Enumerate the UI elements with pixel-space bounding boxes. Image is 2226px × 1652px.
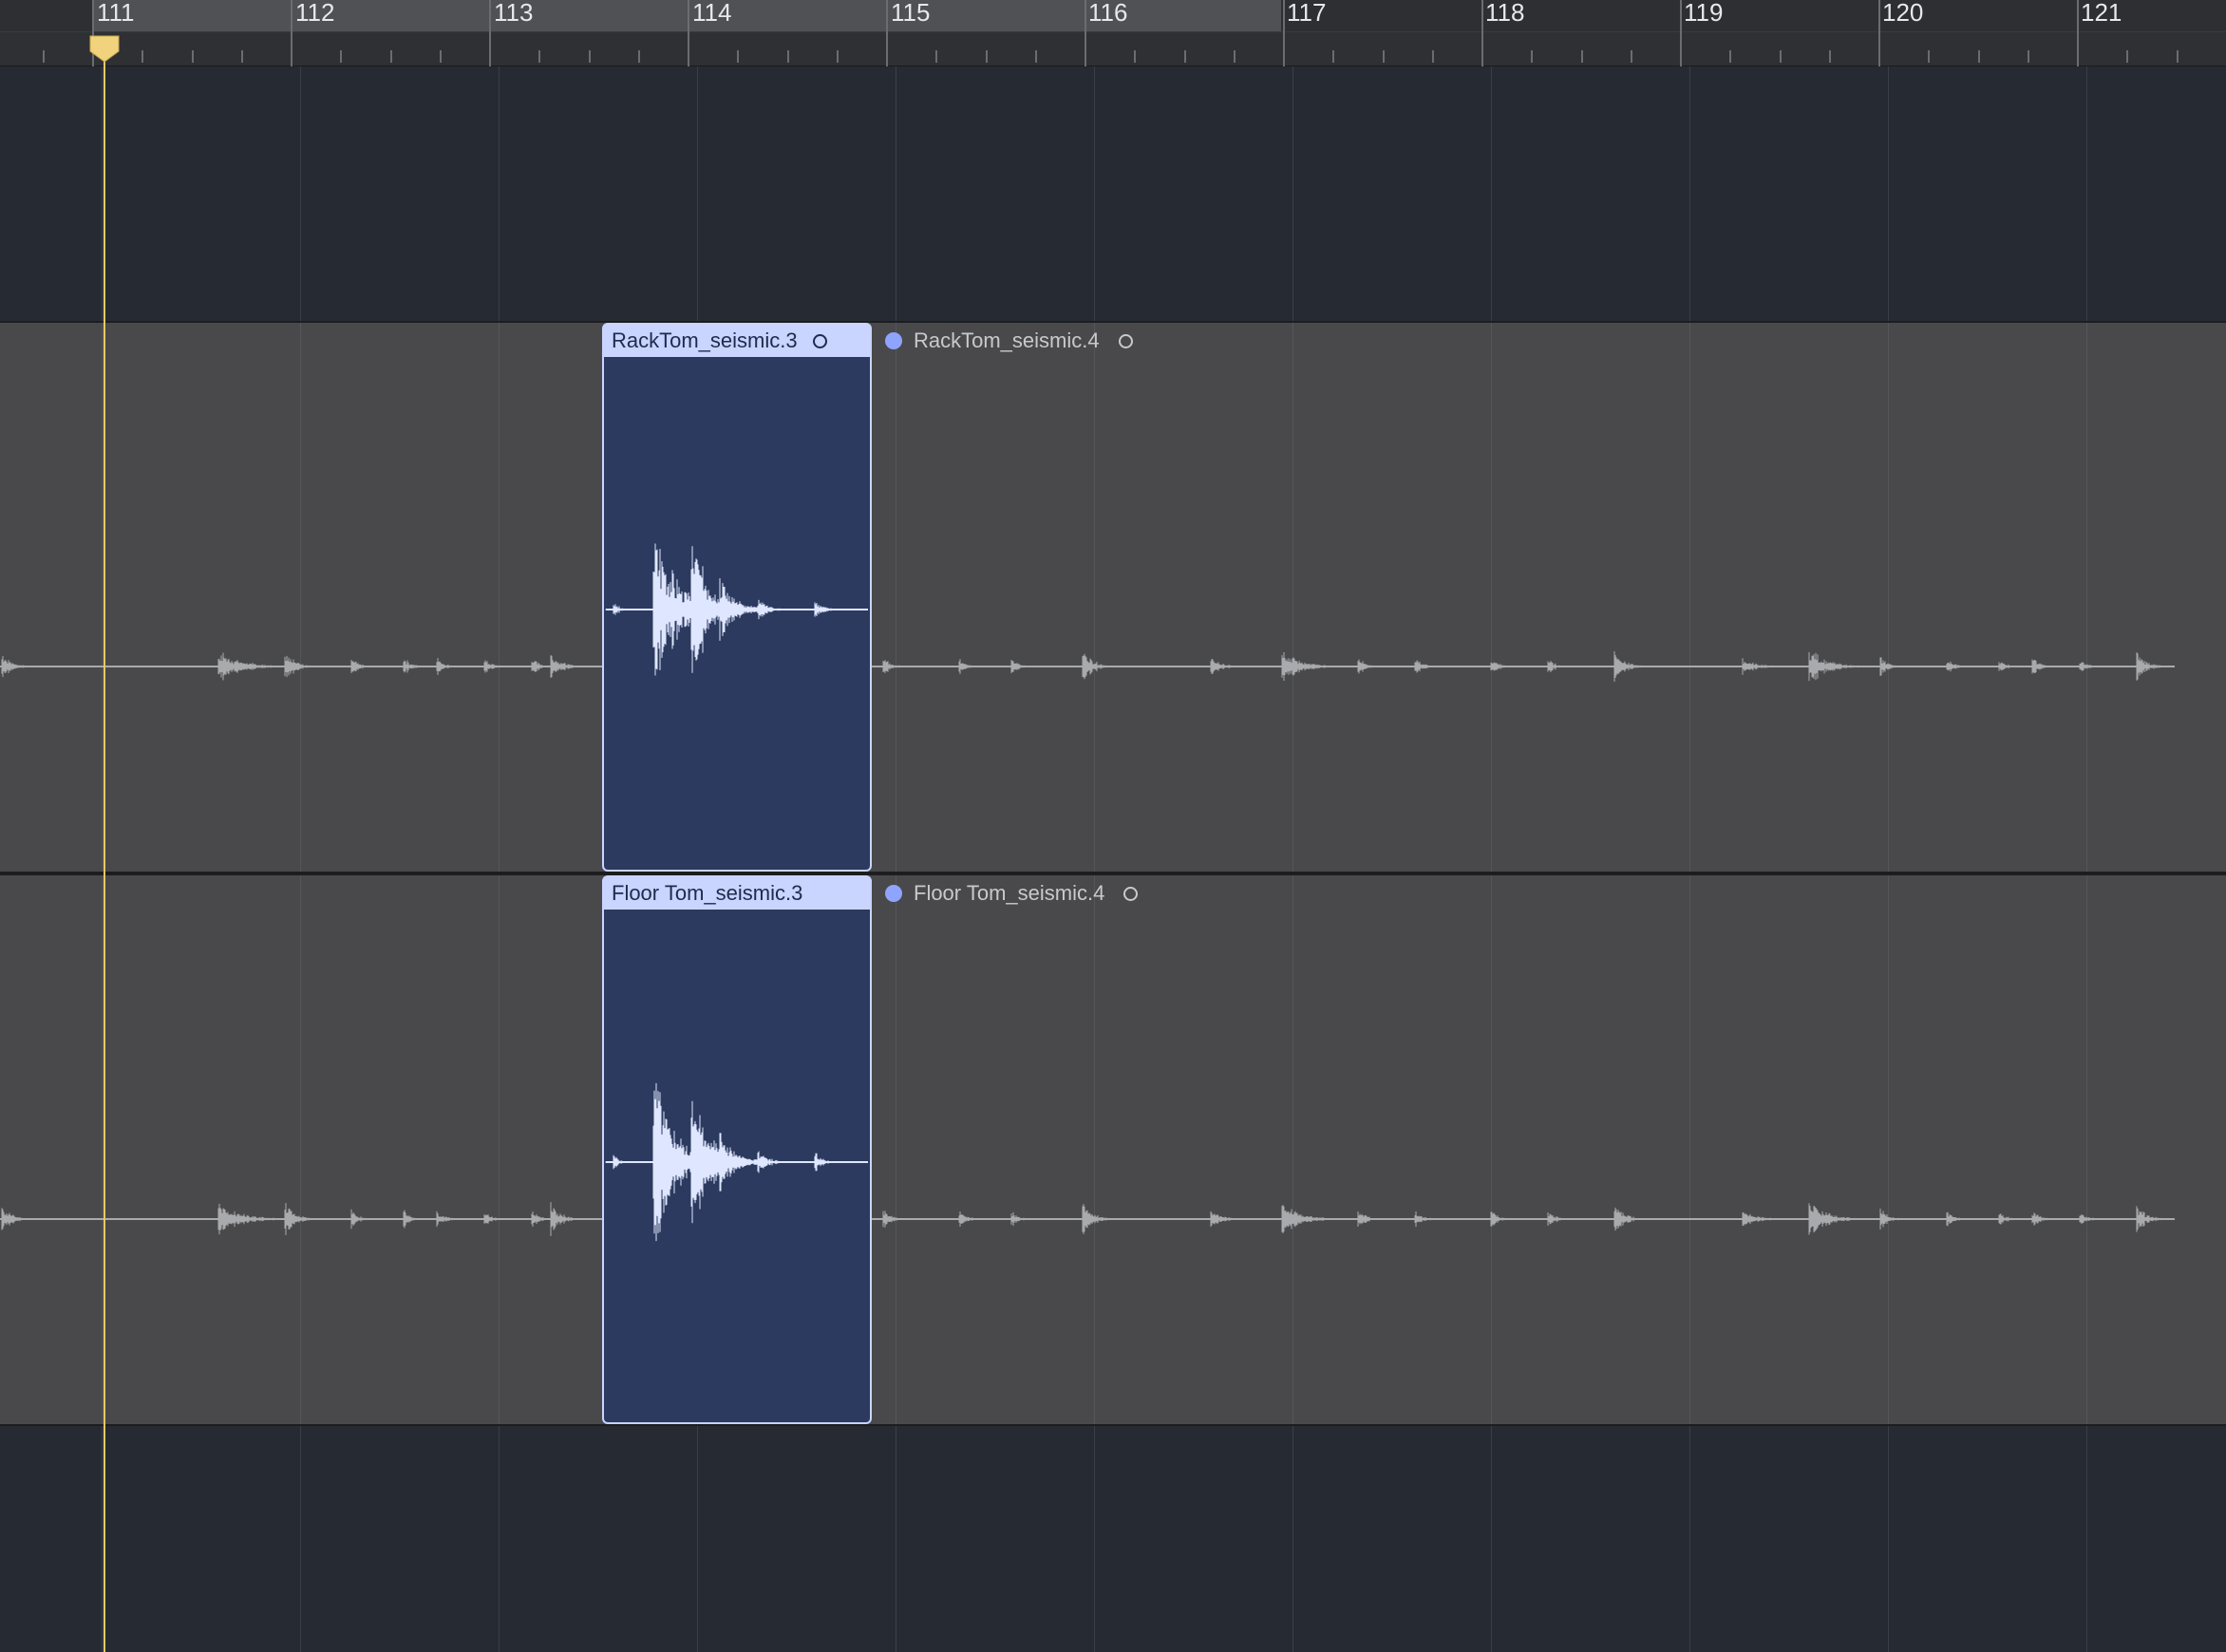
region-label: RackTom_seismic.4 (914, 329, 1100, 352)
bar-number: 115 (891, 0, 931, 27)
beat-tick (141, 50, 144, 63)
beat-tick (2027, 50, 2029, 63)
playhead-line[interactable] (104, 36, 105, 1652)
region-label: Floor Tom_seismic.4 (914, 881, 1105, 905)
region-floortom-seismic-4[interactable]: Floor Tom_seismic.4 (876, 875, 2226, 1424)
beat-tick (538, 50, 541, 63)
beat-tick (1134, 50, 1137, 63)
loop-circle-icon[interactable] (1118, 333, 1133, 348)
bar-tick (1085, 0, 1086, 66)
beat-tick (439, 50, 442, 63)
beat-tick (588, 50, 591, 63)
bar-number: 113 (494, 0, 534, 27)
bar-tick (2077, 0, 2079, 66)
beat-tick (836, 50, 839, 63)
beat-tick (1630, 50, 1632, 63)
beat-tick (1233, 50, 1236, 63)
bar-tick (1680, 0, 1682, 66)
beat-tick (1729, 50, 1732, 63)
bar-number: 117 (1287, 0, 1327, 27)
beat-tick (1332, 50, 1335, 63)
beat-tick (1034, 50, 1037, 63)
bar-number: 119 (1684, 0, 1724, 27)
playhead-handle-icon[interactable] (88, 34, 121, 63)
beat-tick (1928, 50, 1931, 63)
region-dot-icon (885, 885, 902, 902)
beat-tick (340, 50, 343, 63)
region-header[interactable]: RackTom_seismic.4 (885, 329, 1133, 353)
beat-tick (1580, 50, 1583, 63)
bar-number: 118 (1485, 0, 1525, 27)
beat-tick (935, 50, 938, 63)
beat-tick (191, 50, 194, 63)
bar-number: 111 (97, 0, 135, 27)
beat-tick (985, 50, 988, 63)
beat-tick (1828, 50, 1831, 63)
bar-tick (1878, 0, 1880, 66)
ruler-tick-strip (0, 31, 2226, 66)
bar-ruler[interactable]: 111 112 113 114 115 116 117 118 119 120 … (0, 0, 2226, 66)
beat-tick (637, 50, 640, 63)
bar-number: 120 (1882, 0, 1924, 27)
bar-tick (489, 0, 491, 66)
beat-tick (240, 50, 243, 63)
bar-tick (688, 0, 689, 66)
beat-tick (389, 50, 392, 63)
region-floortom-seismic-3[interactable]: Floor Tom_seismic.3 (602, 875, 872, 1424)
region-racktom-seismic-4[interactable]: RackTom_seismic.4 (876, 323, 2226, 872)
beat-tick (1779, 50, 1782, 63)
selected-region-waveform (605, 1082, 868, 1242)
beat-tick (43, 50, 45, 63)
bar-number: 116 (1088, 0, 1128, 27)
bar-number: 121 (2081, 0, 2122, 27)
beat-tick (2176, 50, 2179, 63)
bar-tick (886, 0, 888, 66)
loop-circle-icon[interactable] (1123, 886, 1139, 901)
bar-tick (1481, 0, 1483, 66)
beat-tick (2126, 50, 2129, 63)
rack-tom-track[interactable]: RackTom_seismic.3 RackTom_seismic.4 (0, 321, 2226, 873)
beat-tick (1431, 50, 1434, 63)
selected-region-waveform (605, 543, 868, 676)
bar-number: 112 (295, 0, 335, 27)
beat-tick (1977, 50, 1980, 63)
beat-tick (737, 50, 740, 63)
beat-tick (1183, 50, 1186, 63)
beat-tick (1531, 50, 1534, 63)
bar-tick (291, 0, 292, 66)
bar-tick (1283, 0, 1285, 66)
beat-tick (786, 50, 789, 63)
region-racktom-seismic-3[interactable]: RackTom_seismic.3 (602, 323, 872, 872)
arrange-area[interactable]: RackTom_seismic.3 RackTom_seismic.4 Floo… (0, 66, 2226, 1652)
bar-number: 114 (692, 0, 732, 27)
beat-tick (1382, 50, 1385, 63)
floor-tom-track[interactable]: Floor Tom_seismic.3 Floor Tom_seismic.4 (0, 873, 2226, 1426)
region-header[interactable]: Floor Tom_seismic.4 (885, 881, 1139, 906)
region-dot-icon (885, 332, 902, 349)
